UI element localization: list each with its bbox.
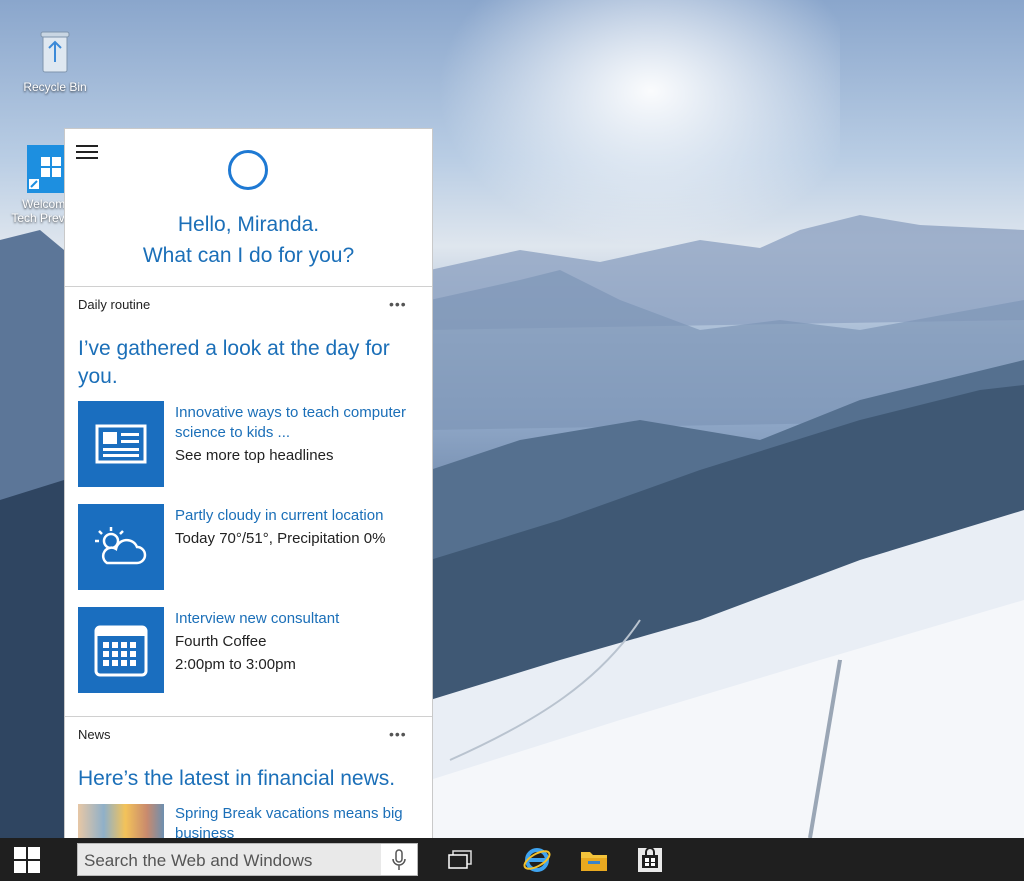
daily-routine-heading[interactable]: I’ve gathered a look at the day for you.: [78, 335, 418, 391]
internet-explorer-icon[interactable]: [523, 846, 551, 874]
daily-routine-more-button[interactable]: •••: [389, 296, 407, 312]
cortana-panel: Hello, Miranda. What can I do for you? D…: [64, 128, 433, 839]
desktop-icon-recycle-bin[interactable]: Recycle Bin: [16, 26, 94, 94]
card-detail: See more top headlines: [175, 447, 334, 464]
cortana-logo-icon: [228, 150, 268, 190]
file-explorer-icon[interactable]: [580, 846, 608, 874]
divider: [65, 716, 432, 717]
recycle-bin-icon: [31, 26, 79, 78]
news-more-button[interactable]: •••: [389, 726, 407, 742]
card-detail: Fourth Coffee: [175, 633, 267, 650]
news-item-title: Spring Break vacations means big busines…: [175, 805, 403, 839]
card-title: Partly cloudy in current location: [175, 507, 384, 524]
task-view-icon[interactable]: [446, 846, 474, 874]
card-title: Innovative ways to teach computer scienc…: [175, 404, 406, 441]
search-placeholder: Search the Web and Windows: [84, 851, 313, 870]
greeting-line-1: Hello, Miranda.: [177, 213, 320, 236]
calendar-card[interactable]: Interview new consultant Fourth Coffee 2…: [78, 607, 428, 693]
partly-cloudy-icon: [78, 504, 164, 590]
microphone-icon[interactable]: [381, 844, 417, 875]
headline-card[interactable]: Innovative ways to teach computer scienc…: [78, 401, 428, 487]
windows-start-icon[interactable]: [0, 838, 54, 881]
cortana-greeting: Hello, Miranda. What can I do for you?: [65, 209, 432, 271]
card-detail: Today 70°/51°, Precipitation 0%: [175, 530, 386, 547]
news-thumbnail: [78, 804, 164, 839]
divider: [65, 286, 432, 287]
taskbar: Search the Web and Windows: [0, 838, 1024, 881]
greeting-line-2: What can I do for you?: [142, 244, 355, 267]
card-title: Interview new consultant: [175, 610, 340, 627]
card-time: 2:00pm to 3:00pm: [175, 656, 296, 673]
daily-routine-label: Daily routine: [78, 297, 151, 312]
search-box[interactable]: Search the Web and Windows: [77, 843, 418, 876]
news-label: News: [78, 727, 111, 742]
newspaper-icon: [78, 401, 164, 487]
store-icon[interactable]: [636, 846, 664, 874]
weather-card[interactable]: Partly cloudy in current location Today …: [78, 504, 428, 590]
news-heading[interactable]: Here’s the latest in financial news.: [78, 765, 428, 793]
desktop-icon-label: Recycle Bin: [23, 80, 87, 94]
calendar-icon: [78, 607, 164, 693]
hamburger-menu-icon[interactable]: [76, 145, 98, 159]
news-item[interactable]: Spring Break vacations means big busines…: [78, 804, 428, 839]
